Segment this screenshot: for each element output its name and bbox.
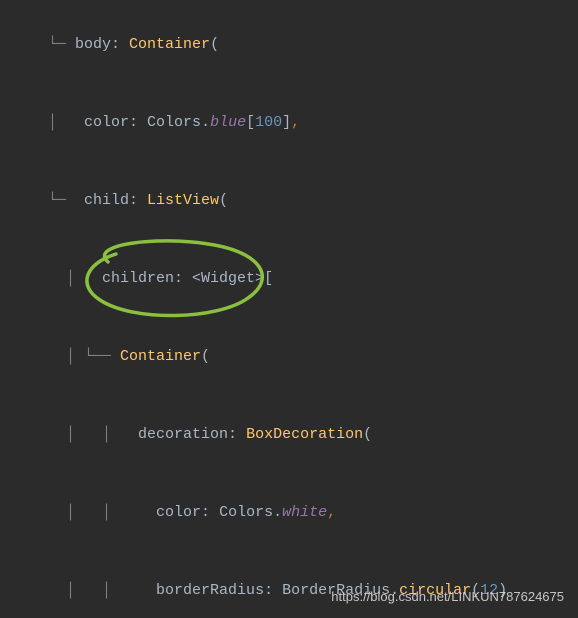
param-color: color:	[84, 114, 147, 131]
prop-white: white	[282, 504, 327, 521]
param-children: children:	[102, 270, 192, 287]
param-child: child:	[84, 192, 147, 209]
param-borderradius: borderRadius:	[156, 582, 282, 599]
class-container: Container	[120, 348, 201, 365]
code-line[interactable]: │ children: <Widget>[	[0, 240, 578, 318]
watermark-text: https://blog.csdn.net/LINKUN787624675	[331, 584, 564, 610]
class-listview: ListView	[147, 192, 219, 209]
code-editor[interactable]: └─ body: Container( │ color: Colors.blue…	[0, 0, 578, 618]
class-container: Container	[129, 36, 210, 53]
code-line[interactable]: └─ child: ListView(	[0, 162, 578, 240]
literal-100: 100	[255, 114, 282, 131]
code-line[interactable]: │ color: Colors.blue[100],	[0, 84, 578, 162]
code-line[interactable]: │ │ color: Colors.white,	[0, 474, 578, 552]
paren-open: (	[210, 36, 219, 53]
param-decoration: decoration:	[138, 426, 246, 443]
param-color: color:	[156, 504, 219, 521]
prop-blue: blue	[210, 114, 246, 131]
code-line[interactable]: │ │ decoration: BoxDecoration(	[0, 396, 578, 474]
code-line[interactable]: └─ body: Container(	[0, 6, 578, 84]
code-line[interactable]: │ └── Container(	[0, 318, 578, 396]
class-boxdecoration: BoxDecoration	[246, 426, 363, 443]
param-body: body:	[75, 36, 129, 53]
type-widget: <Widget>	[192, 270, 264, 287]
identifier-colors: Colors	[147, 114, 201, 131]
